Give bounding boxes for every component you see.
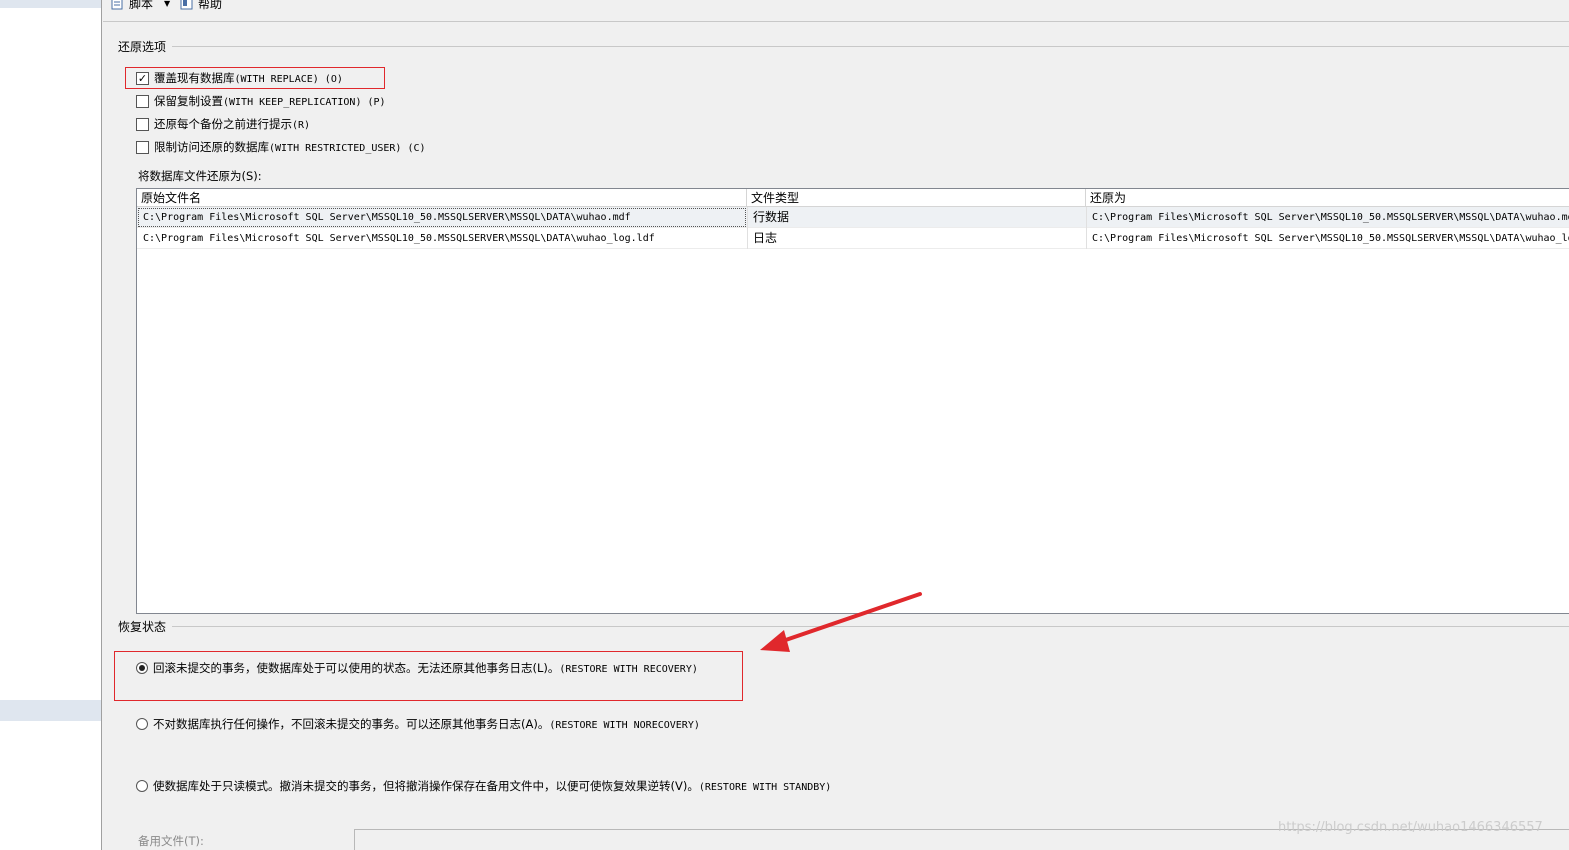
help-button[interactable]: 帮助 bbox=[179, 0, 222, 12]
annotation-highlight-box bbox=[114, 651, 743, 701]
radio-restore-with-norecovery[interactable]: 不对数据库执行任何操作，不回滚未提交的事务。可以还原其他事务日志(A)。(RES… bbox=[136, 716, 700, 732]
recovery-state-title: 恢复状态 bbox=[118, 618, 173, 635]
left-pane-selected-item[interactable] bbox=[0, 0, 101, 8]
restore-options-title: 还原选项 bbox=[118, 38, 173, 55]
checkbox-prompt-before-restore[interactable]: 还原每个备份之前进行提示(R) bbox=[136, 116, 310, 132]
column-header-file-type[interactable]: 文件类型 bbox=[747, 189, 1086, 207]
annotation-highlight-box bbox=[125, 67, 385, 89]
script-label: 脚本 bbox=[129, 0, 154, 11]
radio-label: 使数据库处于只读模式。撤消未提交的事务，但将撤消操作保存在备用文件中，以便可使恢… bbox=[153, 779, 832, 793]
script-button[interactable]: 脚本 ▼ bbox=[110, 0, 170, 12]
checkbox-label: 保留复制设置(WITH KEEP_REPLICATION) (P) bbox=[154, 94, 386, 108]
checkbox-restricted-user[interactable]: 限制访问还原的数据库(WITH RESTRICTED_USER) (C) bbox=[136, 139, 426, 155]
left-navigation-pane bbox=[0, 0, 102, 850]
chevron-down-icon[interactable]: ▼ bbox=[164, 0, 170, 8]
checkbox-label: 还原每个备份之前进行提示(R) bbox=[154, 117, 311, 131]
checkbox[interactable] bbox=[136, 94, 149, 108]
grid-header: 原始文件名 文件类型 还原为 bbox=[137, 189, 1569, 207]
cell-file-type: 日志 bbox=[753, 231, 778, 245]
column-header-restore-as[interactable]: 还原为 bbox=[1086, 189, 1569, 207]
restore-files-grid[interactable]: 原始文件名 文件类型 还原为 C:\Program Files\Microsof… bbox=[136, 188, 1569, 614]
cell-restore-as[interactable]: C:\Program Files\Microsoft SQL Server\MS… bbox=[1086, 207, 1569, 228]
script-icon bbox=[110, 0, 126, 10]
group-divider bbox=[118, 46, 1569, 47]
radio-button[interactable] bbox=[136, 780, 148, 792]
table-row[interactable]: C:\Program Files\Microsoft SQL Server\MS… bbox=[137, 228, 1569, 249]
help-label: 帮助 bbox=[198, 0, 223, 11]
cell-restore-as[interactable]: C:\Program Files\Microsoft SQL Server\MS… bbox=[1086, 228, 1569, 249]
toolbar: 脚本 ▼ 帮助 bbox=[103, 0, 1569, 22]
checkbox[interactable] bbox=[136, 117, 149, 131]
focus-rectangle bbox=[138, 208, 746, 227]
checkbox-keep-replication[interactable]: 保留复制设置(WITH KEEP_REPLICATION) (P) bbox=[136, 93, 386, 109]
cell-file-type: 行数据 bbox=[753, 210, 790, 224]
column-header-original-file[interactable]: 原始文件名 bbox=[137, 189, 747, 207]
left-pane-selected-item[interactable] bbox=[0, 700, 101, 721]
restore-files-label: 将数据库文件还原为(S): bbox=[138, 169, 262, 183]
column-divider bbox=[1086, 207, 1087, 249]
checkbox-label: 限制访问还原的数据库(WITH RESTRICTED_USER) (C) bbox=[154, 140, 426, 154]
checkbox[interactable] bbox=[136, 140, 149, 154]
radio-restore-with-standby[interactable]: 使数据库处于只读模式。撤消未提交的事务，但将撤消操作保存在备用文件中，以便可使恢… bbox=[136, 778, 831, 794]
table-row[interactable]: C:\Program Files\Microsoft SQL Server\MS… bbox=[137, 207, 1569, 228]
watermark: https://blog.csdn.net/wuhao1466346557 bbox=[1278, 820, 1543, 835]
standby-file-label: 备用文件(T): bbox=[138, 834, 204, 848]
radio-button[interactable] bbox=[136, 718, 148, 730]
help-icon bbox=[179, 0, 195, 10]
annotation-arrow-icon bbox=[760, 592, 922, 652]
radio-label: 不对数据库执行任何操作，不回滚未提交的事务。可以还原其他事务日志(A)。(RES… bbox=[153, 717, 700, 731]
column-divider bbox=[747, 207, 748, 249]
cell-original-file: C:\Program Files\Microsoft SQL Server\MS… bbox=[143, 233, 655, 244]
